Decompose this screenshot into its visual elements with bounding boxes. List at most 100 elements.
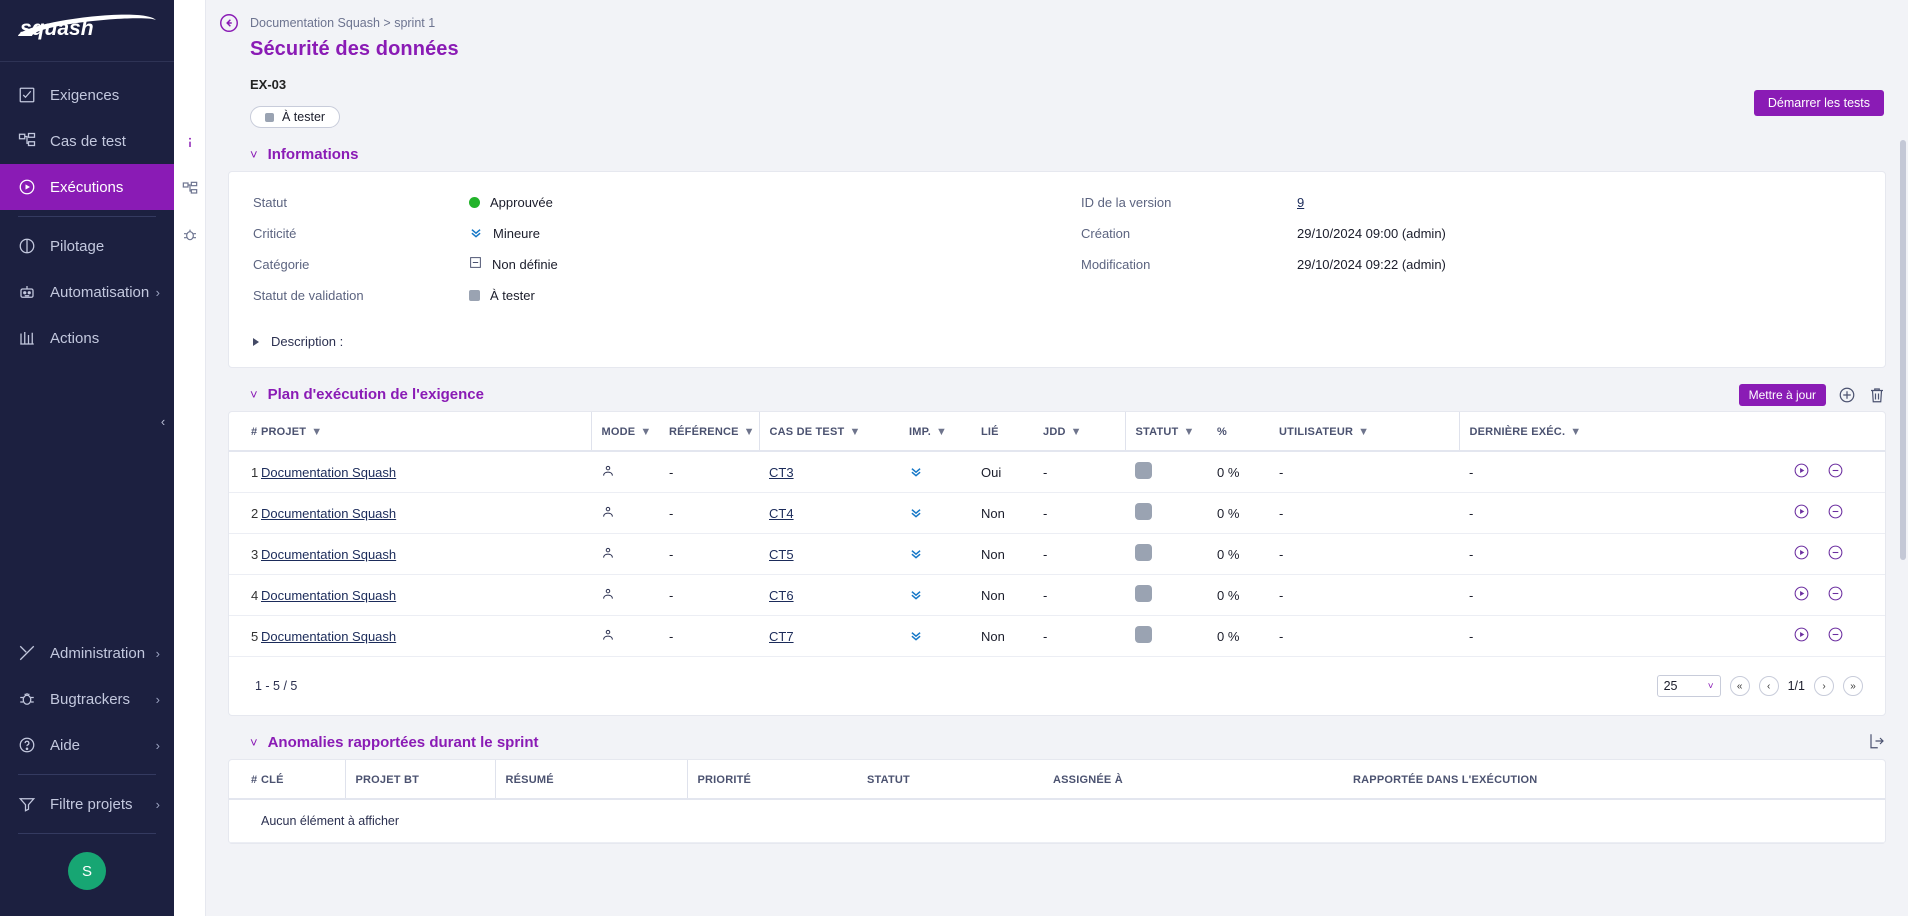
- col-resume: RÉSUMÉ: [494, 760, 687, 800]
- next-page-button[interactable]: ›: [1814, 676, 1834, 696]
- start-tests-button[interactable]: Démarrer les tests: [1753, 90, 1884, 116]
- col-cas-de-test[interactable]: CAS DE TEST ▼: [758, 412, 909, 452]
- col-imp[interactable]: IMP. ▼: [909, 412, 981, 452]
- vertical-scrollbar[interactable]: [1900, 140, 1906, 560]
- col-jdd[interactable]: JDD ▼: [1043, 412, 1125, 452]
- info-value: Non définie: [469, 256, 558, 272]
- delete-icon[interactable]: [1868, 386, 1886, 404]
- run-execution-icon[interactable]: [1793, 585, 1811, 603]
- chevrons-down-icon: [909, 466, 923, 481]
- sidebar-item-pilotage[interactable]: Pilotage: [0, 223, 174, 269]
- cell-projet[interactable]: Documentation Squash: [261, 533, 591, 575]
- back-button[interactable]: [218, 12, 240, 34]
- info-row-version-id: ID de la version 9: [1057, 188, 1885, 216]
- table-row[interactable]: 4 Documentation Squash - CT6 Non -0 % - -: [229, 574, 1885, 616]
- table-row[interactable]: 3 Documentation Squash - CT5 Non -0 % - -: [229, 533, 1885, 575]
- info-label: Création: [1081, 225, 1131, 241]
- info-row-statut: Statut Approuvée: [229, 188, 1057, 216]
- filter-icon: ▼: [1358, 426, 1370, 438]
- status-badge[interactable]: À tester: [250, 106, 341, 128]
- filter-icon: ▼: [640, 426, 652, 438]
- cell-projet[interactable]: Documentation Squash: [261, 574, 591, 616]
- table-row[interactable]: 2 Documentation Squash - CT4 Non -0 % - -: [229, 492, 1885, 534]
- col-reference[interactable]: RÉFÉRENCE ▼: [669, 412, 759, 452]
- col-projet[interactable]: PROJET ▼: [261, 412, 591, 452]
- sidebar-item-filtre-projets[interactable]: Filtre projets ›: [0, 781, 174, 827]
- sidebar-divider: [18, 833, 156, 834]
- anomalies-table: # CLÉ PROJET BT RÉSUMÉ PRIORITÉ STATUT A…: [229, 760, 1885, 843]
- cell-lie: Non: [981, 615, 1043, 657]
- cell-mode: [591, 492, 669, 534]
- tree-icon[interactable]: [177, 176, 203, 202]
- add-icon[interactable]: [1838, 386, 1856, 404]
- description-toggle[interactable]: Description :: [229, 320, 1885, 367]
- run-execution-icon[interactable]: [1793, 503, 1811, 521]
- col-derniere-exec[interactable]: DERNIÈRE EXÉC. ▼: [1458, 412, 1793, 452]
- chevrons-down-icon: [909, 630, 923, 645]
- user-icon: [601, 547, 615, 563]
- remove-execution-icon[interactable]: [1827, 626, 1845, 644]
- remove-execution-icon[interactable]: [1827, 503, 1845, 521]
- filter-icon: ▼: [743, 426, 755, 438]
- table-row[interactable]: 5 Documentation Squash - CT7 Non -0 % - -: [229, 615, 1885, 657]
- sidebar-item-aide[interactable]: Aide ›: [0, 722, 174, 768]
- col-mode[interactable]: MODE ▼: [590, 412, 669, 452]
- info-icon[interactable]: [177, 130, 203, 156]
- sidebar-divider: [18, 216, 156, 217]
- info-row-criticite: Criticité Mineure: [229, 219, 1057, 247]
- cell-cas-de-test[interactable]: CT3: [759, 451, 909, 493]
- breadcrumb[interactable]: Documentation Squash > sprint 1: [250, 10, 1884, 30]
- run-execution-icon[interactable]: [1793, 462, 1811, 480]
- avatar[interactable]: S: [68, 852, 106, 890]
- run-execution-icon[interactable]: [1793, 544, 1811, 562]
- page-size-select[interactable]: 25 ˅: [1656, 675, 1721, 697]
- sidebar-collapse-toggle[interactable]: ‹: [152, 410, 174, 432]
- cell-cas-de-test[interactable]: CT5: [759, 533, 909, 575]
- cell-jdd: -: [1043, 533, 1125, 575]
- filter-icon: ▼: [1183, 426, 1195, 438]
- status-row: À tester: [250, 92, 1884, 128]
- status-square-icon: [1135, 503, 1152, 520]
- cell-projet[interactable]: Documentation Squash: [261, 451, 591, 493]
- sidebar-item-actions[interactable]: Actions: [0, 315, 174, 361]
- col-statut[interactable]: STATUT ▼: [1124, 412, 1217, 452]
- run-execution-icon[interactable]: [1793, 626, 1811, 644]
- informations-right-column: ID de la version 9 Création 29/10/2024 0…: [1057, 188, 1885, 312]
- col-row-actions: [1793, 412, 1885, 452]
- cell-cas-de-test[interactable]: CT4: [759, 492, 909, 534]
- cell-statut: [1125, 451, 1217, 493]
- last-page-button[interactable]: »: [1843, 676, 1863, 696]
- cell-index: 3: [229, 533, 261, 575]
- col-utilisateur[interactable]: UTILISATEUR ▼: [1279, 412, 1459, 452]
- sidebar-item-bugtrackers[interactable]: Bugtrackers ›: [0, 676, 174, 722]
- table-row[interactable]: 1 Documentation Squash - CT3 Oui -0 % - -: [229, 451, 1885, 493]
- execution-plan-section-header[interactable]: ˅ Plan d'exécution de l'exigence Mettre …: [206, 368, 1908, 411]
- sidebar-item-label: Filtre projets: [50, 795, 133, 813]
- prev-page-button[interactable]: ‹: [1758, 676, 1779, 696]
- informations-section-header[interactable]: ˅ Informations: [206, 128, 1908, 171]
- cell-cas-de-test[interactable]: CT6: [759, 574, 909, 616]
- sidebar-item-exigences[interactable]: Exigences: [0, 72, 174, 118]
- version-id-link[interactable]: 9: [1297, 195, 1304, 210]
- sidebar-item-executions[interactable]: Exécutions: [0, 164, 174, 210]
- remove-execution-icon[interactable]: [1827, 585, 1845, 603]
- sidebar-item-administration[interactable]: Administration ›: [0, 630, 174, 676]
- cell-reference: -: [669, 574, 759, 616]
- first-page-button[interactable]: «: [1729, 676, 1750, 696]
- sidebar-item-cas-de-test[interactable]: Cas de test: [0, 118, 174, 164]
- export-icon[interactable]: [1868, 732, 1886, 750]
- chevrons-down-icon: [469, 225, 483, 242]
- remove-execution-icon[interactable]: [1827, 462, 1845, 480]
- bug-icon: [18, 690, 44, 708]
- squash-logo[interactable]: squash: [0, 0, 174, 62]
- cell-projet[interactable]: Documentation Squash: [261, 615, 591, 657]
- bug-icon[interactable]: [177, 222, 203, 248]
- cell-projet[interactable]: Documentation Squash: [261, 492, 591, 534]
- anomalies-section-header[interactable]: ˅ Anomalies rapportées durant le sprint: [206, 716, 1908, 759]
- update-button[interactable]: Mettre à jour: [1738, 384, 1826, 406]
- sidebar-item-automatisation[interactable]: Automatisation ›: [0, 269, 174, 315]
- cell-reference: -: [669, 492, 759, 534]
- cell-cas-de-test[interactable]: CT7: [759, 615, 909, 657]
- remove-execution-icon[interactable]: [1827, 544, 1845, 562]
- cell-row-actions: [1793, 574, 1885, 616]
